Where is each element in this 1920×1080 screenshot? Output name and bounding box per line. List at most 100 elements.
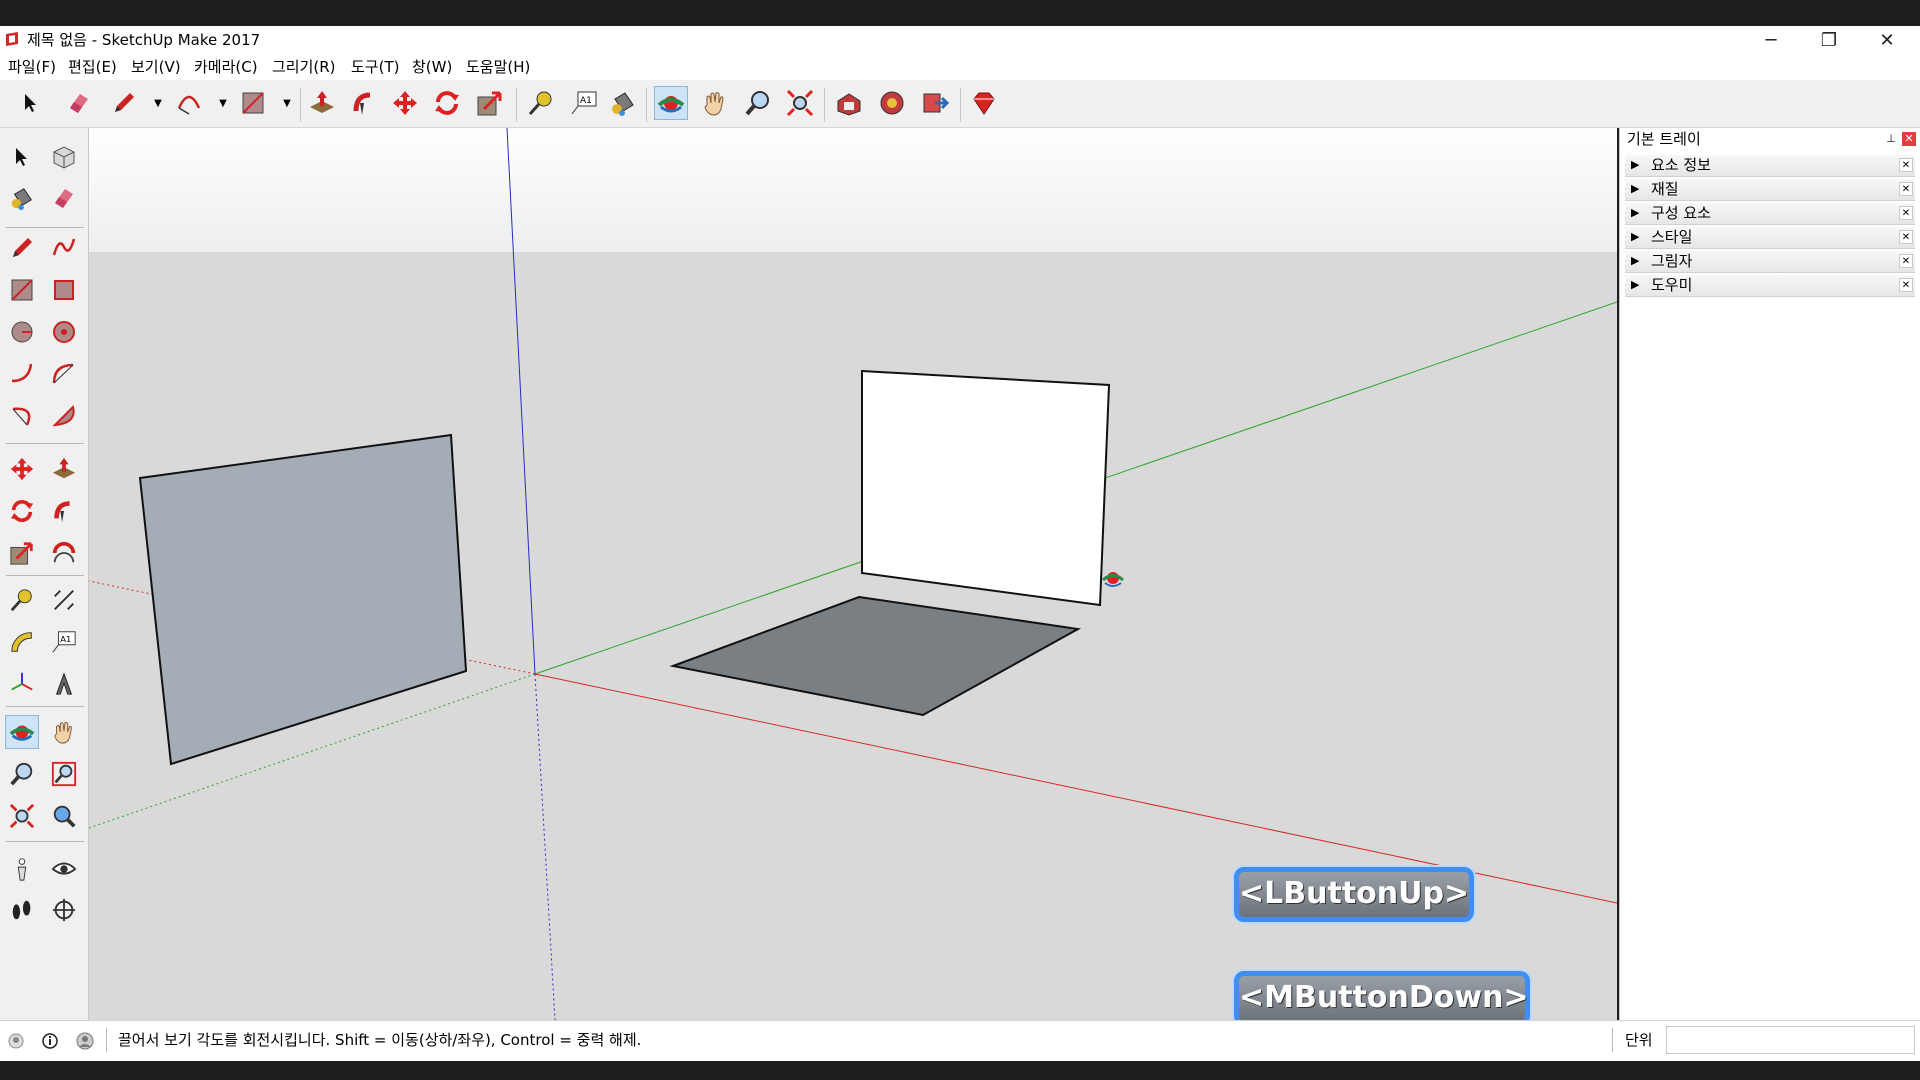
left-3point-arc-tool[interactable] <box>5 399 39 433</box>
menu-edit[interactable]: 편집(E) <box>68 58 117 76</box>
left-move-tool[interactable] <box>5 452 39 486</box>
tray-close-icon[interactable]: ✕ <box>1902 132 1916 146</box>
arc-tool-button[interactable] <box>172 86 206 120</box>
close-button[interactable]: ✕ <box>1858 26 1916 54</box>
credits-info-icon[interactable] <box>41 1032 59 1050</box>
left-section-plane-tool[interactable] <box>47 893 81 927</box>
menu-help[interactable]: 도움말(H) <box>466 58 530 76</box>
select-tool-button[interactable] <box>14 86 48 120</box>
tray-panel-materials[interactable]: ▶ 재질 ✕ <box>1625 179 1915 201</box>
orbit-tool-button[interactable] <box>654 86 688 120</box>
arc-dropdown[interactable]: ▼ <box>206 86 240 120</box>
left-rectangle-tool[interactable] <box>5 273 39 307</box>
pan-tool-button[interactable] <box>698 86 732 120</box>
front-face-panel[interactable] <box>861 369 1111 607</box>
tray-panel-shadows[interactable]: ▶ 그림자 ✕ <box>1625 251 1915 273</box>
left-scale-tool[interactable] <box>5 536 39 570</box>
user-account-icon[interactable] <box>76 1032 94 1050</box>
left-position-camera-tool[interactable] <box>5 852 39 886</box>
text-tool-button[interactable]: A1 <box>567 86 601 120</box>
left-select-tool[interactable] <box>5 140 39 174</box>
rectangle-tool-button[interactable] <box>236 86 270 120</box>
left-follow-me-tool[interactable] <box>47 494 81 528</box>
restore-button[interactable]: ❐ <box>1800 26 1858 54</box>
paint-bucket-tool-button[interactable] <box>606 86 640 120</box>
minimize-button[interactable]: ─ <box>1742 26 1800 54</box>
pin-icon[interactable]: ⊥ <box>1884 132 1898 146</box>
left-look-around-tool[interactable] <box>47 852 81 886</box>
left-separator <box>6 227 84 228</box>
left-polygon-tool[interactable] <box>47 315 81 349</box>
panel-close-icon[interactable]: ✕ <box>1899 254 1913 268</box>
left-previous-view-tool[interactable] <box>47 799 81 833</box>
left-protractor-tool[interactable] <box>5 625 39 659</box>
left-axes-tool[interactable] <box>5 667 39 701</box>
left-orbit-tool[interactable] <box>5 715 39 749</box>
left-zoom-extents-tool[interactable] <box>5 799 39 833</box>
left-rotated-rectangle-tool[interactable] <box>47 273 81 307</box>
left-eraser-tool[interactable] <box>47 181 81 215</box>
left-offset-tool[interactable] <box>47 536 81 570</box>
tray-panel-entity-info[interactable]: ▶ 요소 정보 ✕ <box>1625 155 1915 177</box>
left-rotate-tool[interactable] <box>5 494 39 528</box>
left-push-pull-tool[interactable] <box>47 452 81 486</box>
model-viewport[interactable]: <LButtonUp> <MButtonDown> <box>89 128 1617 1020</box>
menu-tools[interactable]: 도구(T) <box>351 58 399 76</box>
follow-me-tool-button[interactable] <box>347 86 381 120</box>
left-walk-tool[interactable] <box>5 893 39 927</box>
eraser-tool-button[interactable] <box>62 86 96 120</box>
menu-view[interactable]: 보기(V) <box>131 58 181 76</box>
zoom-extents-tool-button[interactable] <box>783 86 817 120</box>
zoom-tool-button[interactable] <box>741 86 775 120</box>
left-circle-tool[interactable] <box>5 315 39 349</box>
panel-close-icon[interactable]: ✕ <box>1899 278 1913 292</box>
left-2point-arc-tool[interactable] <box>47 357 81 391</box>
send-to-layout-button[interactable] <box>918 86 952 120</box>
left-tape-measure-tool[interactable] <box>5 583 39 617</box>
left-zoom-tool[interactable] <box>5 757 39 791</box>
close-icon: ✕ <box>1879 29 1895 51</box>
left-pan-tool[interactable] <box>47 715 81 749</box>
menu-window[interactable]: 창(W) <box>412 58 452 76</box>
left-separator <box>6 443 84 444</box>
left-zoom-window-tool[interactable] <box>47 757 81 791</box>
move-tool-button[interactable] <box>388 86 422 120</box>
menu-draw[interactable]: 그리기(R) <box>272 58 336 76</box>
rotate-icon <box>435 91 459 115</box>
text-label-icon: A1 <box>571 91 597 115</box>
left-3d-text-tool[interactable] <box>47 667 81 701</box>
scale-tool-button[interactable] <box>473 86 507 120</box>
extension-warehouse-button[interactable] <box>875 86 909 120</box>
shape-dropdown[interactable]: ▼ <box>270 86 304 120</box>
left-pie-tool[interactable] <box>47 399 81 433</box>
left-dimension-tool[interactable] <box>47 583 81 617</box>
panel-close-icon[interactable]: ✕ <box>1899 182 1913 196</box>
3d-warehouse-button[interactable] <box>832 86 866 120</box>
tray-panel-styles[interactable]: ▶ 스타일 ✕ <box>1625 227 1915 249</box>
measurements-input[interactable] <box>1666 1026 1915 1054</box>
lbutton-up-overlay: <LButtonUp> <box>1234 867 1474 922</box>
extension-manager-button[interactable] <box>967 86 1001 120</box>
left-paint-tool[interactable] <box>5 181 39 215</box>
line-dropdown[interactable]: ▼ <box>141 86 175 120</box>
left-freehand-tool[interactable] <box>47 231 81 265</box>
left-text-tool[interactable]: A1 <box>47 625 81 659</box>
line-tool-button[interactable] <box>107 86 141 120</box>
left-arc-tool[interactable] <box>5 357 39 391</box>
left-line-tool[interactable] <box>5 231 39 265</box>
panel-close-icon[interactable]: ✕ <box>1899 206 1913 220</box>
geo-location-icon[interactable] <box>7 1032 25 1050</box>
orbit-icon <box>657 96 685 113</box>
tray-panel-components[interactable]: ▶ 구성 요소 ✕ <box>1625 203 1915 225</box>
rotate-tool-button[interactable] <box>430 86 464 120</box>
left-component-tool[interactable] <box>47 140 81 174</box>
push-pull-tool-button[interactable] <box>305 86 339 120</box>
tape-measure-tool-button[interactable] <box>524 86 558 120</box>
panel-close-icon[interactable]: ✕ <box>1899 230 1913 244</box>
tray-panel-label: 스타일 <box>1651 228 1693 246</box>
left-separator <box>6 841 84 842</box>
menu-camera[interactable]: 카메라(C) <box>194 58 258 76</box>
menu-file[interactable]: 파일(F) <box>8 58 56 76</box>
tray-panel-instructor[interactable]: ▶ 도우미 ✕ <box>1625 275 1915 297</box>
panel-close-icon[interactable]: ✕ <box>1899 158 1913 172</box>
